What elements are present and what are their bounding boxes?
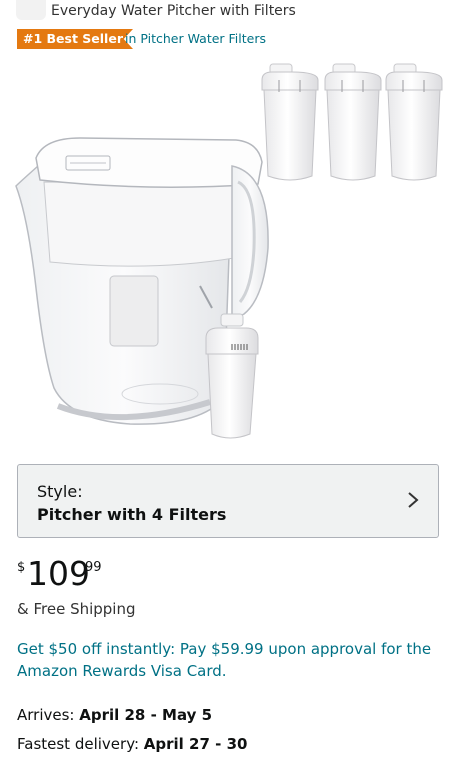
filter-cartridge-1 [261, 63, 319, 181]
style-selector[interactable]: Style: Pitcher with 4 Filters [17, 464, 439, 538]
filter-cartridge-2 [324, 63, 382, 181]
fastest-delivery: Fastest delivery: April 27 - 30 [17, 735, 247, 753]
fastest-date: April 27 - 30 [143, 735, 248, 753]
shipping-info: & Free Shipping [17, 600, 136, 618]
style-label: Style: [37, 482, 83, 501]
delivery-estimate: Arrives: April 28 - May 5 [17, 706, 212, 724]
filter-single [205, 313, 259, 439]
best-seller-badge[interactable]: #1 Best Seller [17, 29, 133, 49]
thumbnail-stub[interactable] [16, 0, 46, 20]
badge-row: #1 Best Seller in Pitcher Water Filters [0, 29, 454, 51]
arrives-date: April 28 - May 5 [79, 706, 213, 724]
price-whole: 109 [27, 554, 90, 593]
credit-card-promo-link[interactable]: Get $50 off instantly: Pay $59.99 upon a… [17, 638, 442, 682]
chevron-right-icon [408, 492, 419, 508]
water-pitcher-image [15, 63, 443, 439]
arrives-label: Arrives: [17, 706, 80, 724]
filter-cartridge-3 [385, 63, 443, 181]
title-row: Everyday Water Pitcher with Filters [0, 0, 454, 26]
fastest-label: Fastest delivery: [17, 735, 144, 753]
style-value: Pitcher with 4 Filters [37, 505, 227, 524]
product-title: Everyday Water Pitcher with Filters [51, 3, 296, 19]
category-link[interactable]: in Pitcher Water Filters [125, 31, 266, 46]
product-image[interactable] [0, 58, 454, 450]
price-fraction: 99 [85, 560, 102, 575]
price-symbol: $ [17, 560, 26, 575]
